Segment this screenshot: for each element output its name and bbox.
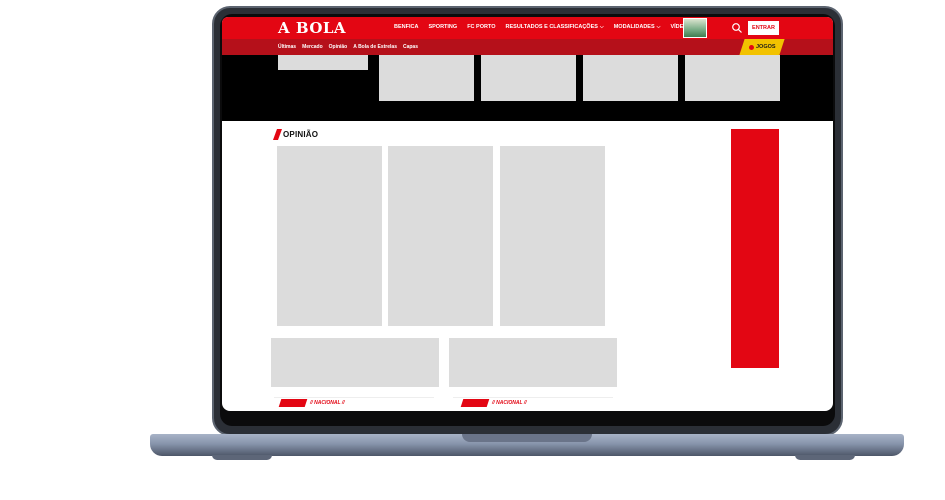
opinion-section-title[interactable]: OPINIÃO — [283, 130, 318, 139]
sub-nav: Últimas Mercado Opinião A Bola de Estrel… — [222, 39, 833, 55]
nav-resultados[interactable]: RESULTADOS E CLASSIFICAÇÕES ⌵ — [506, 24, 604, 30]
newspaper-cover-thumbnail[interactable] — [683, 18, 707, 38]
subnav-item-opiniao[interactable]: Opinião — [329, 44, 348, 50]
category-label: // NACIONAL // — [310, 400, 345, 406]
article-card-placeholder[interactable] — [271, 338, 439, 387]
subnav-item-capas[interactable]: Capas — [403, 44, 418, 50]
featured-card-placeholder[interactable] — [379, 55, 474, 101]
search-icon[interactable] — [731, 22, 743, 34]
nav-benfica-label: BENFICA — [394, 24, 419, 30]
nav-sporting[interactable]: SPORTING — [428, 24, 457, 30]
divider — [274, 397, 434, 398]
chevron-down-icon: ⌵ — [656, 24, 661, 30]
subnav-item-ultimas[interactable]: Últimas — [278, 44, 296, 50]
nav-fc-porto[interactable]: FC PORTO — [467, 24, 495, 30]
laptop-notch — [462, 434, 592, 442]
subnav-item-estrelas[interactable]: A Bola de Estrelas — [353, 44, 397, 50]
featured-card-placeholder[interactable] — [481, 55, 576, 101]
site-logo[interactable]: A BOLA — [278, 19, 346, 37]
nav-fc-porto-label: FC PORTO — [467, 24, 496, 30]
jogos-label: JOGOS — [755, 44, 776, 50]
category-tag — [278, 399, 308, 407]
article-teaser[interactable]: // NACIONAL // — [278, 399, 345, 407]
featured-band — [222, 55, 833, 121]
live-dot-icon — [748, 44, 754, 50]
subnav-item-mercado[interactable]: Mercado — [302, 44, 323, 50]
featured-card-placeholder[interactable] — [685, 55, 780, 101]
category-tag — [460, 399, 490, 407]
main-nav: BENFICA SPORTING FC PORTO RESULTADOS E C… — [394, 24, 697, 30]
opinion-card-placeholder[interactable] — [277, 146, 382, 326]
laptop-base — [150, 434, 904, 456]
opinion-section-header: OPINIÃO — [272, 129, 318, 140]
nav-sporting-label: SPORTING — [428, 24, 458, 30]
ad-banner[interactable] — [731, 129, 779, 368]
top-nav: A BOLA BENFICA SPORTING FC PORTO RESULTA… — [222, 17, 833, 39]
featured-card-placeholder[interactable] — [278, 55, 368, 70]
article-teaser[interactable]: // NACIONAL // — [460, 399, 527, 407]
jogos-inner: JOGOS — [748, 44, 776, 50]
login-button[interactable]: ENTRAR — [748, 21, 779, 35]
slash-icon — [272, 129, 283, 140]
chevron-down-icon: ⌵ — [599, 24, 604, 30]
featured-card-placeholder[interactable] — [583, 55, 678, 101]
nav-resultados-label: RESULTADOS E CLASSIFICAÇÕES — [505, 24, 598, 30]
jogos-button[interactable]: JOGOS — [739, 39, 785, 55]
nav-modalidades[interactable]: MODALIDADES ⌵ — [614, 24, 661, 30]
browser-screen: A BOLA BENFICA SPORTING FC PORTO RESULTA… — [222, 17, 833, 411]
sub-nav-items: Últimas Mercado Opinião A Bola de Estrel… — [278, 44, 418, 50]
laptop-foot — [795, 455, 855, 460]
laptop-foot — [212, 455, 272, 460]
article-card-placeholder[interactable] — [449, 338, 617, 387]
divider — [453, 397, 613, 398]
opinion-card-placeholder[interactable] — [500, 146, 605, 326]
opinion-card-placeholder[interactable] — [388, 146, 493, 326]
nav-benfica[interactable]: BENFICA — [394, 24, 418, 30]
nav-modalidades-label: MODALIDADES — [613, 24, 655, 30]
category-label: // NACIONAL // — [492, 400, 527, 406]
laptop-mockup: A BOLA BENFICA SPORTING FC PORTO RESULTA… — [0, 0, 945, 500]
